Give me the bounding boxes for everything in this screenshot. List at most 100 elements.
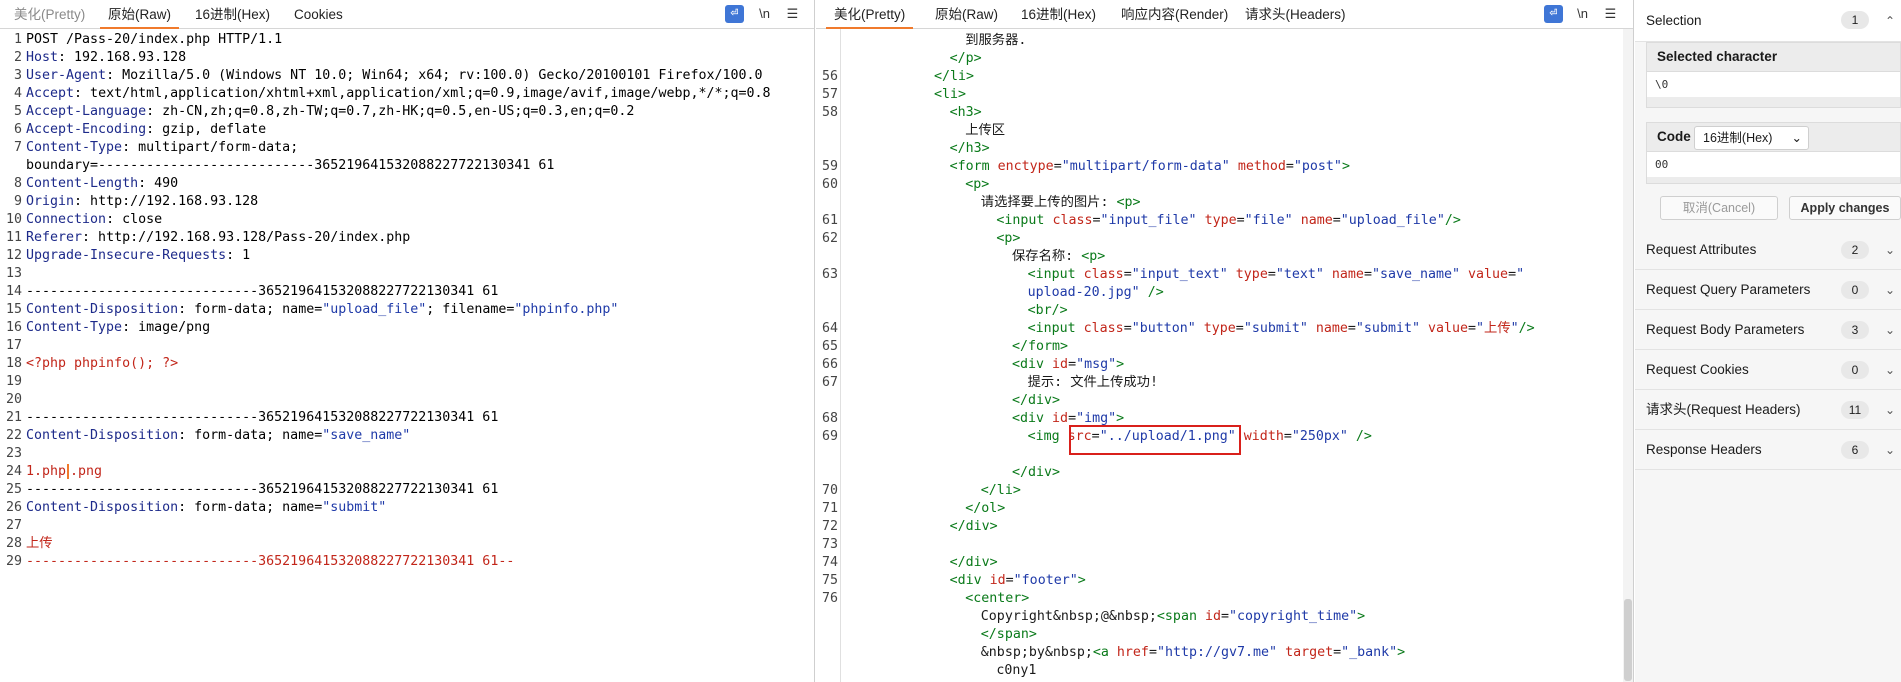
line-number: 69 [821,429,838,444]
code-line[interactable]: 1.php .png [26,463,102,481]
line-number [816,608,838,626]
code-line[interactable]: Content-Type: multipart/form-data; [26,139,298,157]
selection-row[interactable]: Selection 1 ⌃ [1635,0,1901,42]
line-number: 67 [821,375,838,390]
code-line[interactable]: Upgrade-Insecure-Requests: 1 [26,247,250,265]
code-line[interactable]: Accept-Encoding: gzip, deflate [26,121,266,139]
code-line[interactable]: upload-20.jpg" /> [1028,284,1164,302]
code-line[interactable]: Referer: http://192.168.93.128/Pass-20/i… [26,229,410,247]
inspector-section-row[interactable]: Response Headers 6 ⌄ [1635,430,1901,470]
chevron-down-icon[interactable]: ⌄ [1885,310,1895,350]
tab-request-raw[interactable]: 原始(Raw) [100,0,179,29]
code-line[interactable]: <p> [996,230,1020,248]
code-line[interactable]: </h3> [950,140,990,158]
code-line[interactable]: <div id="msg"> [1012,356,1124,374]
wrap-icon[interactable]: ⏎ [725,5,744,23]
code-line[interactable]: <p> [965,176,989,194]
code-line[interactable]: </li> [981,482,1021,500]
code-line[interactable]: </div> [1012,464,1060,482]
tab-request-cookies[interactable]: Cookies [286,0,351,29]
code-line[interactable]: Origin: http://192.168.93.128 [26,193,258,211]
code-format-select[interactable]: 16进制(Hex) ⌄ [1694,126,1809,150]
code-line[interactable]: Content-Disposition: form-data; name="su… [26,499,386,517]
code-line[interactable]: -----------------------------36521964153… [26,283,498,301]
code-line[interactable]: <center> [965,590,1029,608]
code-line[interactable]: </div> [950,554,998,572]
code-line[interactable]: <li> [934,86,966,104]
inspector-section-row[interactable]: Request Cookies 0 ⌄ [1635,350,1901,390]
tab-request-pretty[interactable]: 美化(Pretty) [6,0,93,29]
code-line[interactable]: 保存名称: <p> [1012,248,1105,266]
tab-response-headers[interactable]: 请求头(Headers) [1237,0,1354,29]
code-value-field[interactable]: 00 [1647,151,1900,177]
wrap-icon[interactable]: ⏎ [1544,5,1563,23]
response-scrollbar[interactable] [1623,29,1633,682]
line-number: 10 [5,212,22,227]
cancel-button[interactable]: 取消(Cancel) [1660,196,1778,220]
code-line[interactable]: </li> [934,68,974,86]
tab-response-hex[interactable]: 16进制(Hex) [1013,0,1104,29]
code-line[interactable]: boundary=---------------------------3652… [26,157,554,175]
code-line[interactable]: &nbsp;by&nbsp;<a href="http://gv7.me" ta… [981,644,1405,662]
code-line[interactable]: 提示: 文件上传成功! [1028,374,1158,392]
code-line[interactable]: POST /Pass-20/index.php HTTP/1.1 [26,31,282,49]
code-line[interactable]: Host: 192.168.93.128 [26,49,186,67]
code-line[interactable]: 请选择要上传的图片: <p> [981,194,1141,212]
hamburger-icon[interactable]: ☰ [1601,5,1620,23]
code-line[interactable]: <input class="button" type="submit" name… [1028,320,1535,338]
code-line[interactable]: -----------------------------36521964153… [26,409,498,427]
code-line[interactable]: <br/> [1028,302,1068,320]
code-line[interactable]: <div id="footer"> [950,572,1086,590]
code-line[interactable]: <input class="input_text" type="text" na… [1028,266,1525,284]
code-line[interactable]: Connection: close [26,211,162,229]
inspector-section-row[interactable]: Request Query Parameters 0 ⌄ [1635,270,1901,310]
scroll-thumb[interactable] [1624,599,1632,681]
code-line[interactable]: -----------------------------36521964153… [26,481,498,499]
chevron-up-icon[interactable]: ⌃ [1885,0,1895,42]
chevron-down-icon[interactable]: ⌄ [1885,230,1895,270]
tab-response-pretty[interactable]: 美化(Pretty) [826,0,914,29]
tab-response-raw[interactable]: 原始(Raw) [927,0,1006,29]
code-line[interactable]: <?php phpinfo(); ?> [26,355,178,373]
inspector-section-row[interactable]: Request Body Parameters 3 ⌄ [1635,310,1901,350]
code-line[interactable]: Content-Disposition: form-data; name="up… [26,301,618,319]
newline-toggle[interactable]: \n [1573,5,1592,23]
chevron-down-icon[interactable]: ⌄ [1885,430,1895,470]
code-line[interactable]: c0ny1 [996,662,1036,680]
request-editor[interactable]: 1 POST /Pass-20/index.php HTTP/1.1 2 Host: … [0,29,814,682]
code-line[interactable]: </div> [950,518,998,536]
code-line[interactable]: Accept-Language: zh-CN,zh;q=0.8,zh-TW;q=… [26,103,634,121]
chevron-down-icon[interactable]: ⌄ [1885,270,1895,310]
code-line[interactable]: -----------------------------36521964153… [26,553,514,571]
code-line[interactable]: </form> [1012,338,1068,356]
chevron-down-icon[interactable]: ⌄ [1885,390,1895,430]
section-label: Request Query Parameters [1646,282,1811,297]
code-line[interactable]: 上传区 [965,122,1005,140]
code-line[interactable]: Content-Length: 490 [26,175,178,193]
code-line[interactable]: </p> [950,50,982,68]
inspector-section-row[interactable]: 请求头(Request Headers) 11 ⌄ [1635,390,1901,430]
code-line[interactable]: <form enctype="multipart/form-data" meth… [950,158,1350,176]
hamburger-icon[interactable]: ☰ [783,5,802,23]
response-editor[interactable]: 56 57 58 59 60 61 62 63 64 65 66 67 68 69 70 71 72 73 74 75… [816,29,1633,682]
code-line[interactable]: </span> [981,626,1037,644]
inspector-section-row[interactable]: Request Attributes 2 ⌄ [1635,230,1901,270]
newline-toggle[interactable]: \n [755,5,774,23]
code-line[interactable]: Content-Disposition: form-data; name="sa… [26,427,410,445]
line-number [816,302,838,320]
code-line[interactable]: Copyright&nbsp;@&nbsp;<span id="copyrigh… [981,608,1365,626]
code-line[interactable]: </div> [1012,392,1060,410]
apply-changes-button[interactable]: Apply changes [1789,196,1901,220]
chevron-down-icon[interactable]: ⌄ [1885,350,1895,390]
tab-request-hex[interactable]: 16进制(Hex) [187,0,278,29]
code-line[interactable]: 到服务器. [965,32,1026,50]
code-line[interactable]: <input class="input_file" type="file" na… [996,212,1460,230]
code-line[interactable]: Accept: text/html,application/xhtml+xml,… [26,85,771,103]
code-line[interactable]: Content-Type: image/png [26,319,210,337]
code-line[interactable]: </ol> [965,500,1005,518]
code-line[interactable]: <h3> [950,104,982,122]
tab-response-render[interactable]: 响应内容(Render) [1113,0,1236,29]
line-number [816,140,838,158]
code-line[interactable]: User-Agent: Mozilla/5.0 (Windows NT 10.0… [26,67,763,85]
code-line[interactable]: 上传 [26,535,53,553]
